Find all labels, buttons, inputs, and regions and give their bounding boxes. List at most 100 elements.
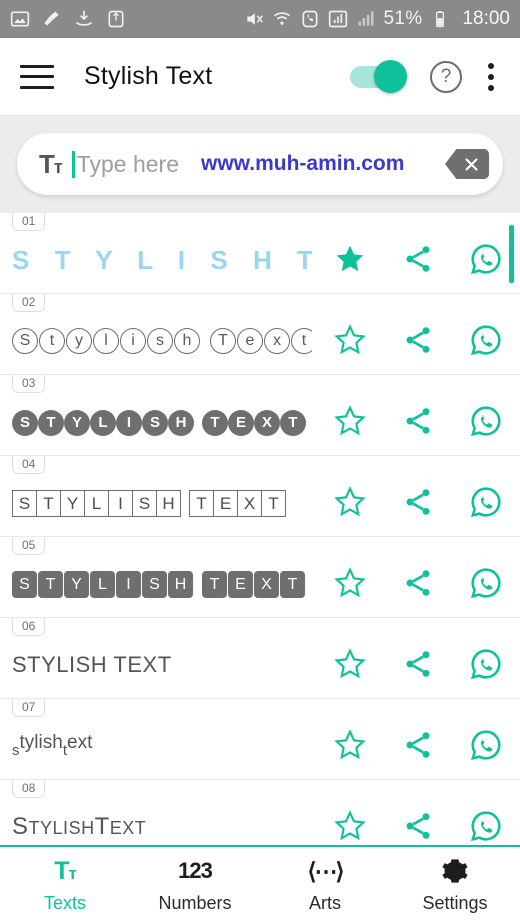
style-preview[interactable]: S T Y L I S H T.. xyxy=(12,245,312,276)
style-preview[interactable]: STYLISHTEXT xyxy=(12,570,312,598)
share-icon[interactable] xyxy=(384,810,452,842)
battery-icon xyxy=(436,11,445,28)
text-format-icon: Tт xyxy=(39,148,63,180)
table-row[interactable]: 06 STYLISH TEXT xyxy=(0,618,520,699)
star-icon[interactable] xyxy=(316,648,384,680)
whatsapp-icon[interactable] xyxy=(452,728,520,762)
row-number: 04 xyxy=(12,456,46,474)
share-icon[interactable] xyxy=(384,324,452,356)
star-icon[interactable] xyxy=(316,324,384,356)
mute-icon xyxy=(246,13,263,25)
style-preview[interactable]: StylishText xyxy=(12,328,312,354)
table-row[interactable]: 04 STYLISHTEXT xyxy=(0,456,520,537)
style-preview[interactable]: STYLISH TEXT xyxy=(12,652,312,678)
app-bar: Stylish Text ? xyxy=(0,38,520,116)
nav-label: Settings xyxy=(422,893,488,913)
style-preview[interactable]: STYLISHTEXT xyxy=(12,813,312,841)
whatsapp-icon[interactable] xyxy=(452,323,520,357)
bottom-navigation: Tт Texts 123 Numbers ⟨⋯⟩ Arts Settings xyxy=(0,845,520,924)
star-icon[interactable] xyxy=(316,405,384,437)
arts-icon: ⟨⋯⟩ xyxy=(307,857,345,884)
share-icon[interactable] xyxy=(384,486,452,518)
star-icon[interactable] xyxy=(316,567,384,599)
battery-percent: 51% xyxy=(383,8,423,29)
share-icon[interactable] xyxy=(384,243,452,275)
star-icon[interactable] xyxy=(316,729,384,761)
watermark-text: www.muh-amin.com xyxy=(201,152,405,175)
tt-icon-main: T xyxy=(39,148,55,179)
row-number: 06 xyxy=(12,618,46,636)
help-icon[interactable]: ? xyxy=(430,60,462,93)
gear-icon xyxy=(441,857,469,885)
row-actions xyxy=(316,404,520,438)
search-area: Tт Type here www.muh-amin.com xyxy=(0,116,520,213)
row-number: 03 xyxy=(12,375,46,393)
hamburger-icon[interactable] xyxy=(20,64,54,89)
row-number: 01 xyxy=(12,213,46,231)
nav-label: Numbers xyxy=(158,893,232,913)
signal2-icon xyxy=(358,11,374,26)
style-preview[interactable]: STYLISHTEXT xyxy=(12,408,312,436)
whatsapp-icon[interactable] xyxy=(452,647,520,681)
star-icon[interactable] xyxy=(316,810,384,842)
nav-item-settings[interactable]: Settings xyxy=(390,857,520,914)
whatsapp-icon[interactable] xyxy=(452,566,520,600)
table-row[interactable]: 03 STYLISHTEXT xyxy=(0,375,520,456)
clear-input-button[interactable] xyxy=(445,149,489,179)
row-actions xyxy=(316,728,520,762)
status-bar-left-icons xyxy=(10,9,244,29)
row-number: 07 xyxy=(12,699,46,717)
backspace-clear-icon xyxy=(445,149,489,179)
whatsapp-icon[interactable] xyxy=(452,485,520,519)
wifi-icon xyxy=(273,12,290,25)
star-icon[interactable] xyxy=(316,243,384,275)
row-actions xyxy=(316,485,520,519)
row-actions xyxy=(316,809,520,843)
whatsapp-icon[interactable] xyxy=(452,809,520,843)
more-vertical-icon[interactable] xyxy=(488,62,494,91)
table-row[interactable]: 02 StylishText xyxy=(0,294,520,375)
table-row[interactable]: 01 S T Y L I S H T.. xyxy=(0,213,520,294)
row-actions xyxy=(316,566,520,600)
toggle-knob xyxy=(374,59,407,93)
recycle-icon xyxy=(108,10,124,28)
table-row[interactable]: 05 STYLISHTEXT xyxy=(0,537,520,618)
row-number: 08 xyxy=(12,780,46,798)
search-input[interactable]: Type here xyxy=(77,151,179,178)
row-actions xyxy=(316,647,520,681)
123-icon: 123 xyxy=(178,858,213,883)
table-row[interactable]: 07 stylishtext xyxy=(0,699,520,780)
style-preview-text: S T Y L I S H T xyxy=(12,244,312,275)
status-bar-time: 18:00 xyxy=(462,8,510,29)
share-icon[interactable] xyxy=(384,729,452,761)
phone-icon xyxy=(302,10,318,28)
download-icon xyxy=(75,10,93,26)
text-cursor xyxy=(71,150,75,178)
status-bar-right-icons: 51% 18:00 xyxy=(244,8,510,30)
text-format-icon: Tт xyxy=(54,856,77,885)
scrollbar-thumb[interactable] xyxy=(509,225,514,283)
broom-icon xyxy=(44,11,59,26)
nav-label: Texts xyxy=(43,893,86,913)
page-title: Stylish Text xyxy=(84,62,213,90)
row-number: 05 xyxy=(12,537,46,555)
row-actions xyxy=(316,323,520,357)
style-preview[interactable]: stylishtext xyxy=(12,732,312,761)
whatsapp-icon[interactable] xyxy=(452,404,520,438)
service-toggle-switch[interactable] xyxy=(350,59,407,93)
style-preview[interactable]: STYLISHTEXT xyxy=(12,489,312,517)
share-icon[interactable] xyxy=(384,648,452,680)
star-icon[interactable] xyxy=(316,486,384,518)
search-bar[interactable]: Tт Type here www.muh-amin.com xyxy=(17,133,503,195)
nav-item-numbers[interactable]: 123 Numbers xyxy=(130,857,260,914)
share-icon[interactable] xyxy=(384,405,452,437)
nav-item-texts[interactable]: Tт Texts xyxy=(0,857,130,914)
tt-icon-small: т xyxy=(53,156,63,177)
row-number: 02 xyxy=(12,294,46,312)
signal-icon xyxy=(328,10,347,28)
style-list: 01 S T Y L I S H T.. 02 StylishText 03 S… xyxy=(0,213,520,861)
share-icon[interactable] xyxy=(384,567,452,599)
nav-item-arts[interactable]: ⟨⋯⟩ Arts xyxy=(260,857,390,914)
status-bar: 51% 18:00 xyxy=(0,0,520,38)
nav-label: Arts xyxy=(308,893,341,913)
